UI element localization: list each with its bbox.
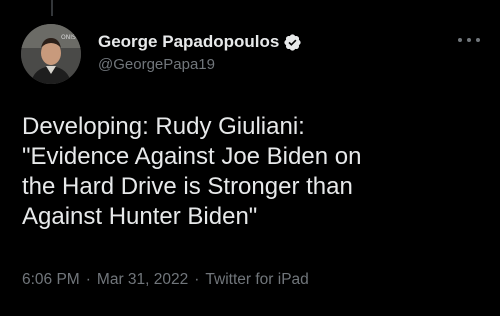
- more-horizontal-icon: [476, 38, 480, 42]
- author-display-name[interactable]: George Papadopoulos: [98, 32, 279, 52]
- tweet-date[interactable]: Mar 31, 2022: [97, 271, 188, 289]
- more-horizontal-icon: [458, 38, 462, 42]
- tweet-time[interactable]: 6:06 PM: [22, 271, 80, 289]
- verified-badge-icon: [284, 33, 301, 51]
- thread-connector-line: [51, 0, 53, 16]
- profile-photo-icon: ONIST: [21, 24, 81, 84]
- more-options-button[interactable]: [458, 33, 480, 47]
- separator-dot: ·: [85, 271, 91, 288]
- author-handle[interactable]: @GeorgePapa19: [98, 56, 215, 73]
- tweet-text: Developing: Rudy Giuliani: "Evidence Aga…: [22, 113, 362, 230]
- avatar-backdrop-text: ONIST: [61, 34, 80, 41]
- tweet: ONIST George Papadopoulos @GeorgePapa19 …: [0, 0, 500, 316]
- author-name-row[interactable]: George Papadopoulos: [98, 31, 302, 53]
- separator-dot: ·: [194, 271, 200, 288]
- tweet-source[interactable]: Twitter for iPad: [205, 271, 308, 289]
- more-horizontal-icon: [467, 38, 471, 42]
- tweet-metadata: 6:06 PM · Mar 31, 2022 · Twitter for iPa…: [22, 271, 309, 289]
- avatar[interactable]: ONIST: [21, 24, 81, 84]
